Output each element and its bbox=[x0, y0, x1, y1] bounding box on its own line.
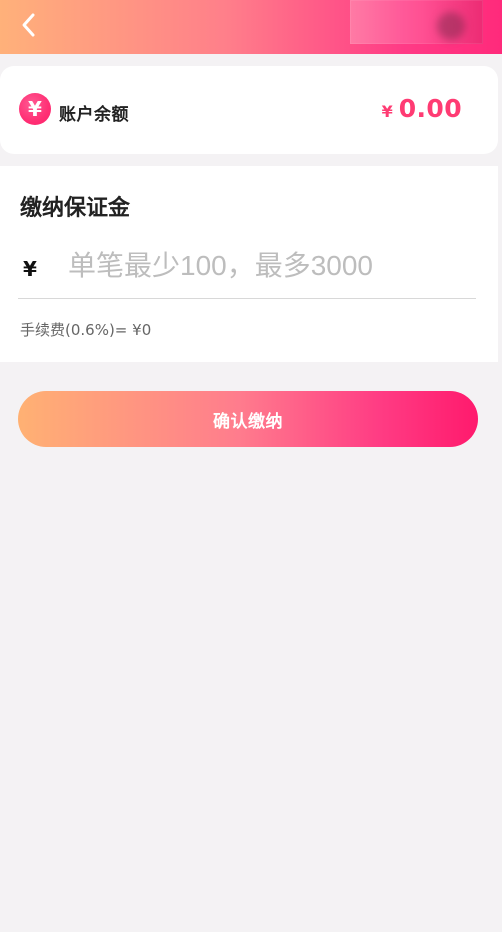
balance-currency-symbol: ¥ bbox=[381, 102, 393, 121]
confirm-payment-button[interactable]: 确认缴纳 bbox=[18, 391, 478, 447]
yen-icon: ¥ bbox=[19, 93, 51, 125]
balance-label: 账户余额 bbox=[59, 105, 129, 125]
chevron-left-icon[interactable] bbox=[12, 8, 46, 42]
blurred-avatar-icon bbox=[437, 12, 465, 40]
deposit-card: 缴纳保证金 ¥ 手续费(0.6%)= ¥0 bbox=[0, 166, 498, 362]
fee-text: 手续费(0.6%)= ¥0 bbox=[20, 321, 152, 339]
top-bar bbox=[0, 0, 502, 54]
deposit-amount-input[interactable] bbox=[68, 240, 468, 292]
deposit-title: 缴纳保证金 bbox=[20, 196, 131, 221]
deposit-currency-symbol: ¥ bbox=[23, 257, 37, 281]
input-divider bbox=[18, 298, 476, 299]
balance-amount: ¥ 0.00 bbox=[382, 96, 462, 121]
blurred-header-block bbox=[350, 0, 483, 44]
balance-card: ¥ 账户余额 ¥ 0.00 bbox=[0, 66, 498, 154]
balance-value: 0.00 bbox=[398, 94, 462, 123]
